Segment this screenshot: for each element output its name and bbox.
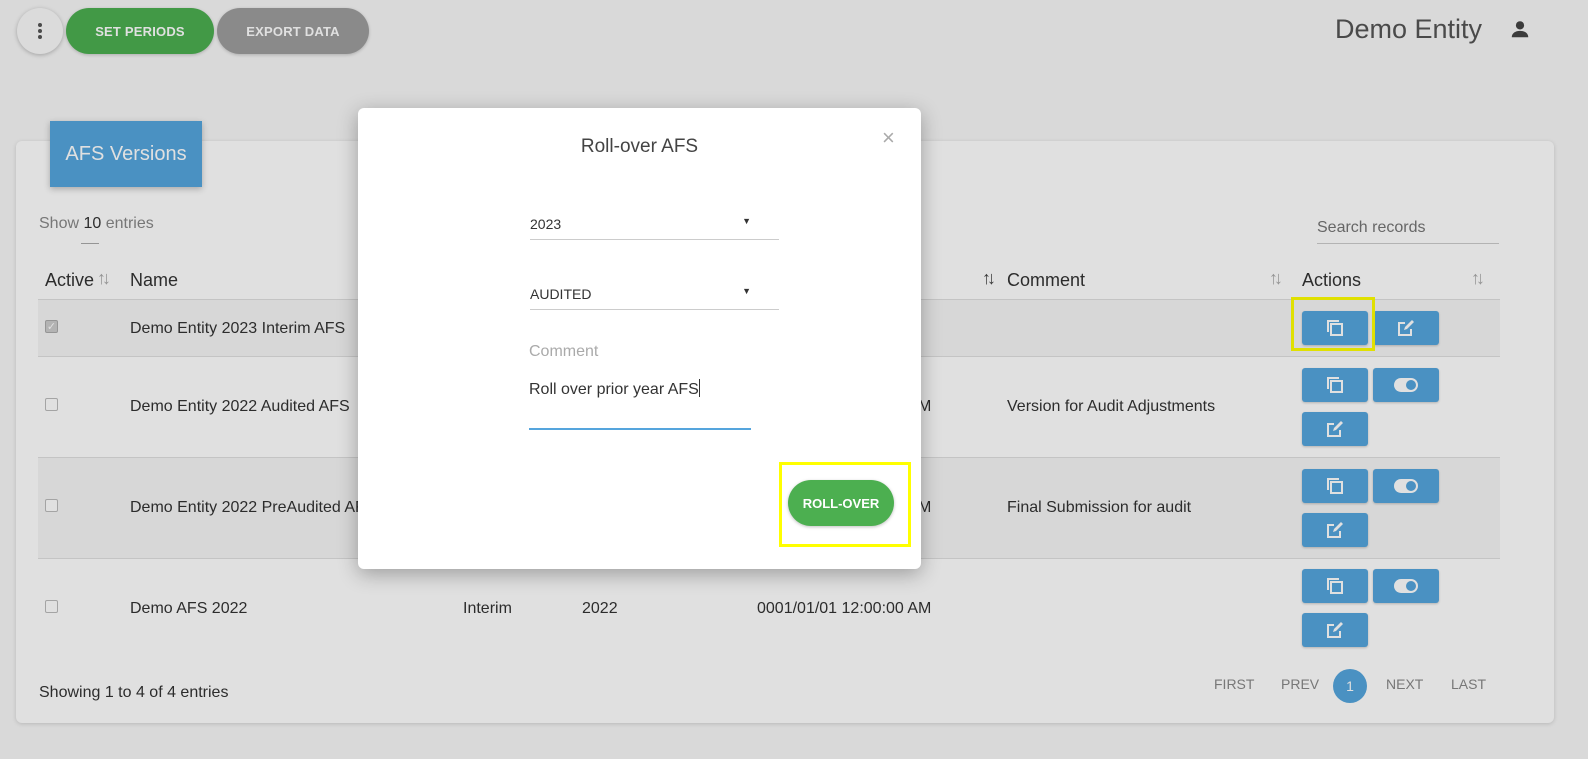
type-select-value: AUDITED: [530, 286, 592, 302]
comment-input-underline: [529, 428, 751, 430]
year-select[interactable]: 2023 ▼: [530, 206, 779, 240]
caret-down-icon: ▼: [742, 216, 751, 226]
comment-label: Comment: [529, 343, 599, 360]
year-select-value: 2023: [530, 216, 562, 232]
type-select[interactable]: AUDITED ▼: [530, 276, 779, 310]
rollover-modal: Roll-over AFS × 2023 ▼ AUDITED ▼ Comment…: [358, 108, 921, 569]
close-icon[interactable]: ×: [882, 125, 895, 151]
highlight-box: [779, 462, 911, 547]
modal-title: Roll-over AFS: [580, 136, 699, 157]
caret-down-icon: ▼: [742, 286, 751, 296]
comment-input[interactable]: Roll over prior year AFS: [529, 379, 700, 399]
